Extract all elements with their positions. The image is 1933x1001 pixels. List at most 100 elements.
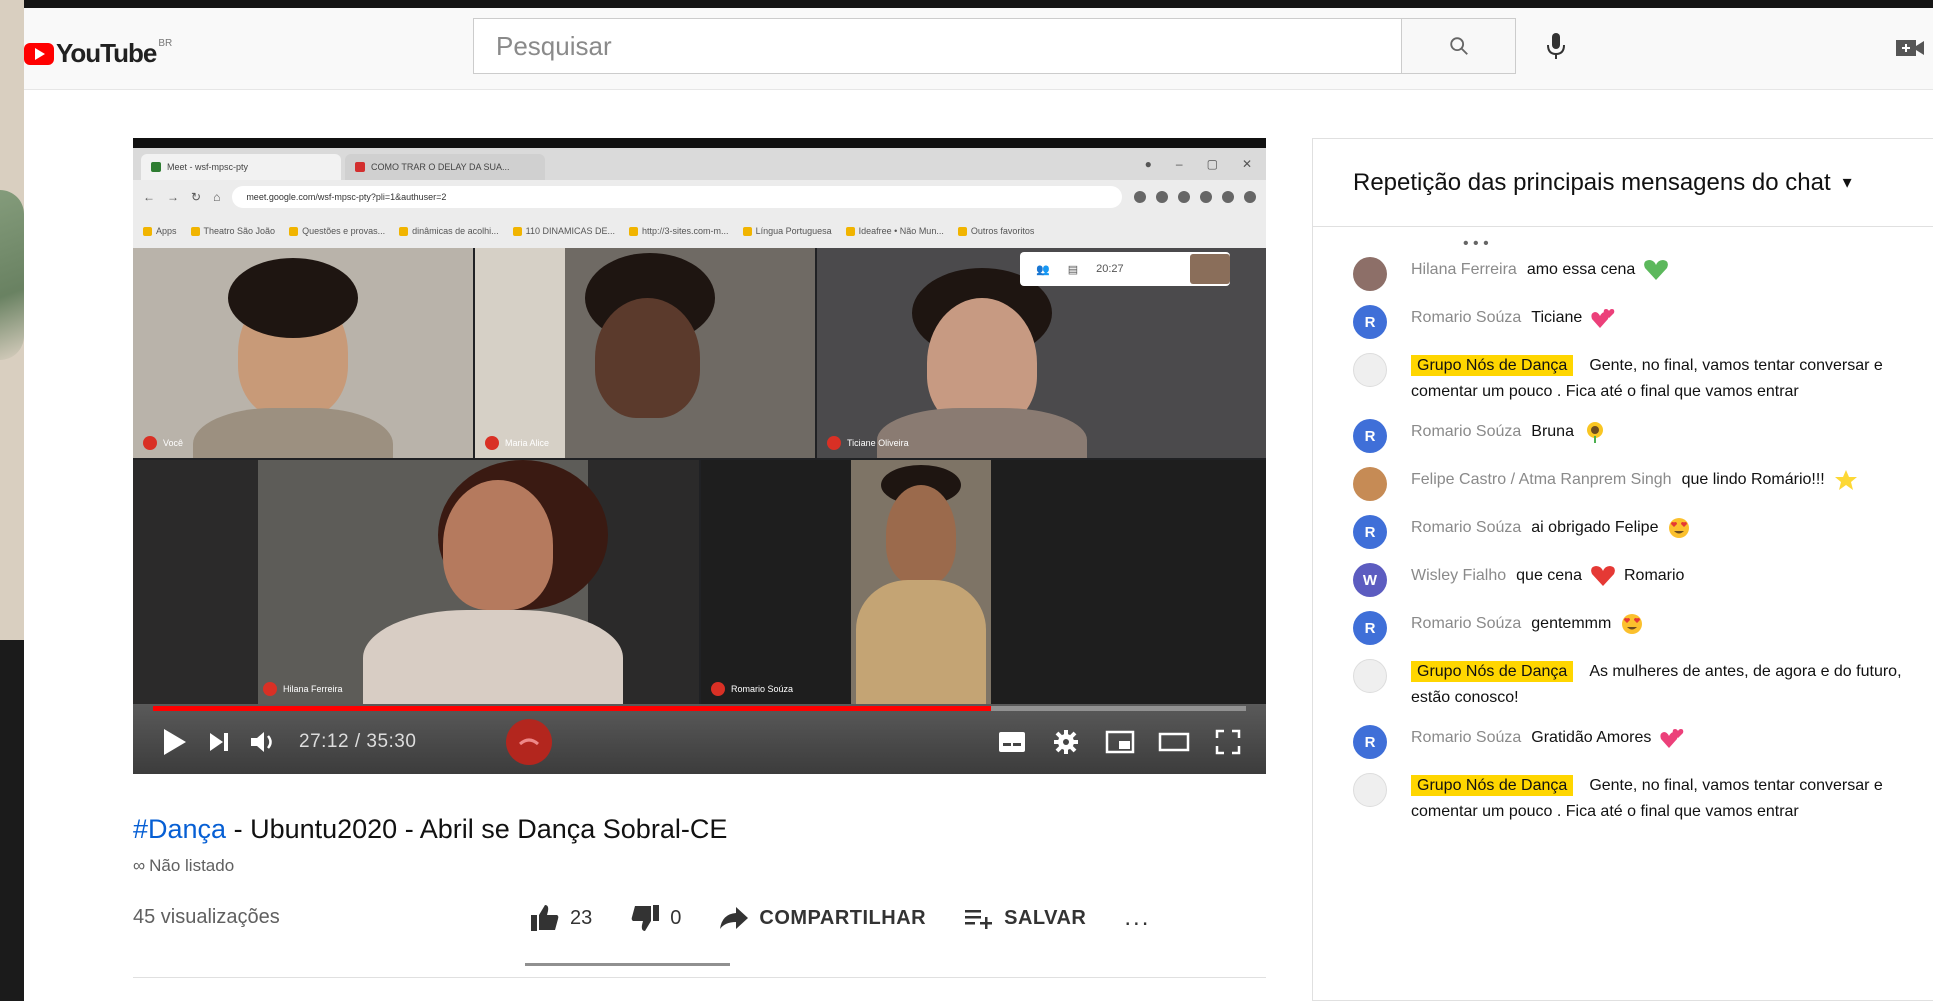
bookmark-icon — [957, 226, 967, 236]
video-title: #Dança - Ubuntu2020 - Abril se Dança Sob… — [133, 814, 728, 844]
avatar[interactable]: R — [1353, 419, 1387, 453]
chat-text: gentemmm — [1531, 615, 1612, 632]
progress-bar[interactable] — [153, 706, 1246, 711]
like-count: 23 — [570, 906, 593, 929]
like-button[interactable]: 23 — [530, 904, 592, 932]
voice-search-button[interactable] — [1536, 26, 1576, 66]
volume-icon — [251, 732, 272, 752]
bookmark-icon — [289, 226, 299, 236]
chat-header-title: Repetição das principais mensagens do ch… — [1353, 168, 1831, 196]
avatar[interactable]: R — [1353, 515, 1387, 549]
top-frame — [0, 0, 1933, 8]
bookmark-item: Theatro São João — [190, 226, 275, 236]
chat-message: Grupo Nós de Dança Gente, no final, vamos… — [1353, 353, 1933, 405]
video-actions: 23 0 COMPARTILHAR SALVAR ... — [530, 904, 1150, 932]
meet-video-grid: Você Maria Alice 👥 ▤ 20:27 Ticiane Olive… — [133, 248, 1266, 704]
heart-eyes-emoji-icon — [1666, 517, 1692, 539]
thumbs-down-icon — [631, 905, 660, 931]
avatar[interactable] — [1353, 659, 1387, 693]
avatar[interactable]: R — [1353, 611, 1387, 645]
thumbs-up-icon — [531, 905, 559, 931]
bookmark-item: Outros favoritos — [957, 226, 1034, 236]
left-decorative-strip — [0, 0, 24, 1001]
avatar[interactable]: R — [1353, 305, 1387, 339]
url-bar: meet.google.com/wsf-mpsc-pty?pli=1&authu… — [232, 186, 1122, 208]
participant-name: Você — [163, 438, 184, 448]
video-player[interactable]: Meet - wsf-mpsc-pty COMO TRAR O DELAY DA… — [133, 138, 1266, 774]
dislike-count: 0 — [670, 906, 682, 929]
save-button[interactable]: SALVAR — [964, 906, 1086, 930]
gear-icon — [1054, 730, 1078, 754]
next-button[interactable] — [197, 722, 241, 762]
hashtag-link[interactable]: #Dança — [133, 814, 226, 844]
play-icon — [164, 729, 186, 755]
chat-text: amo essa cena — [1526, 261, 1636, 278]
participant-tile: Hilana Ferreira — [133, 460, 699, 704]
avatar[interactable] — [1353, 773, 1387, 807]
avatar[interactable] — [1353, 257, 1387, 291]
two-hearts-emoji-icon — [1590, 307, 1616, 329]
avatar[interactable] — [1353, 467, 1387, 501]
bookmark-icon — [512, 226, 522, 236]
dislike-button[interactable]: 0 — [630, 904, 681, 932]
mic-muted-icon — [263, 682, 277, 696]
play-button[interactable] — [153, 722, 197, 762]
chat-author[interactable]: Grupo Nós de Dança — [1411, 661, 1574, 682]
chat-author[interactable]: Grupo Nós de Dança — [1411, 775, 1574, 796]
chat-author[interactable]: Hilana Ferreira — [1411, 261, 1517, 278]
next-icon — [210, 733, 228, 751]
participant-tile: Maria Alice — [475, 248, 815, 458]
fullscreen-button[interactable] — [1206, 722, 1250, 762]
participant-tile: 👥 ▤ 20:27 Ticiane Oliveira — [817, 248, 1266, 458]
participant-name: Hilana Ferreira — [283, 684, 343, 694]
search-box — [473, 18, 1516, 74]
theater-mode-button[interactable] — [1152, 722, 1196, 762]
meet-clock: 20:27 — [1096, 263, 1124, 275]
chat-header[interactable]: Repetição das principais mensagens do ch… — [1313, 139, 1933, 227]
chat-author[interactable]: Romario Soúza — [1411, 423, 1521, 440]
chat-author[interactable]: Wisley Fialho — [1411, 567, 1506, 584]
settings-button[interactable] — [1044, 722, 1088, 762]
bookmark-icon — [190, 226, 200, 236]
chat-author[interactable]: Felipe Castro / Atma Ranprem Singh — [1411, 471, 1672, 488]
bookmark-item: 110 DINAMICAS DE... — [512, 226, 615, 236]
chat-icon: ▤ — [1067, 263, 1079, 276]
avatar[interactable]: R — [1353, 725, 1387, 759]
masthead: YouTube BR — [24, 8, 1933, 90]
bookmark-item: Questões e provas... — [289, 226, 385, 236]
avatar[interactable]: W — [1353, 563, 1387, 597]
theater-icon — [1158, 732, 1190, 752]
avatar[interactable] — [1353, 353, 1387, 387]
back-icon: ← — [143, 190, 155, 204]
bookmark-icon — [399, 226, 409, 236]
heart-eyes-emoji-icon — [1619, 613, 1645, 635]
more-actions-button[interactable]: ... — [1124, 904, 1150, 932]
chat-author[interactable]: Grupo Nós de Dança — [1411, 355, 1574, 376]
self-preview — [1190, 254, 1230, 284]
create-video-button[interactable] — [1890, 30, 1930, 66]
mic-muted-icon — [827, 436, 841, 450]
miniplayer-button[interactable] — [1098, 722, 1142, 762]
share-button[interactable]: COMPARTILHAR — [719, 905, 926, 931]
chat-author[interactable]: Romario Soúza — [1411, 729, 1521, 746]
chat-text: Gratidão Amores — [1531, 729, 1652, 746]
search-button[interactable] — [1401, 19, 1515, 73]
chat-author[interactable]: Romario Soúza — [1411, 309, 1521, 326]
microphone-icon — [1547, 33, 1565, 59]
bookmark-icon — [629, 226, 639, 236]
video-camera-icon — [1896, 40, 1924, 56]
search-input[interactable] — [474, 19, 1401, 73]
divider — [133, 977, 1266, 978]
country-code: BR — [158, 38, 173, 49]
chat-author[interactable]: Romario Soúza — [1411, 519, 1521, 536]
chat-author[interactable]: Romario Soúza — [1411, 615, 1521, 632]
two-hearts-emoji-icon — [1659, 727, 1685, 749]
chat-replay-panel: Repetição das principais mensagens do ch… — [1312, 138, 1933, 1001]
chat-message: Felipe Castro / Atma Ranprem Singh que li… — [1353, 467, 1933, 501]
volume-button[interactable] — [241, 722, 285, 762]
subtitles-button[interactable] — [990, 722, 1034, 762]
youtube-logo[interactable]: YouTube BR — [24, 38, 172, 69]
plant-decoration — [0, 190, 24, 360]
chat-text: ai obrigado Felipe — [1531, 519, 1659, 536]
chat-message: R Romario Soúza Gratidão Amores — [1353, 725, 1933, 759]
